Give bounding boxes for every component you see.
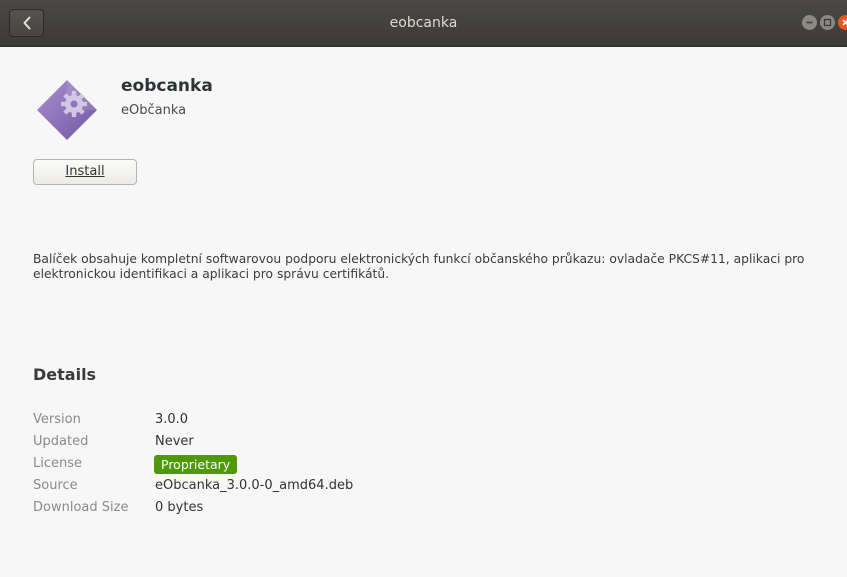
window-controls <box>802 15 847 31</box>
detail-value: 0 bytes <box>155 500 204 515</box>
window-title: eobcanka <box>389 15 458 31</box>
detail-value: 3.0.0 <box>155 412 189 427</box>
app-summary: eObčanka <box>121 103 187 118</box>
diamond-app-icon <box>34 77 100 143</box>
titlebar: eobcanka <box>0 0 847 47</box>
close-button[interactable] <box>838 15 847 30</box>
install-button[interactable]: Install <box>33 159 137 185</box>
detail-value: eObcanka_3.0.0-0_amd64.deb <box>155 478 354 493</box>
minimize-button[interactable] <box>802 15 817 30</box>
minimize-icon <box>806 21 813 24</box>
app-name: eobcanka <box>121 76 213 96</box>
software-details-window: eobcanka eobcanka eObčanka Install Balíč… <box>0 0 847 577</box>
detail-label: Source <box>33 478 78 493</box>
details-heading: Details <box>33 365 97 384</box>
detail-value: Never <box>155 434 194 449</box>
detail-label: License <box>33 456 83 471</box>
detail-label: Updated <box>33 434 89 449</box>
maximize-icon <box>823 18 832 27</box>
maximize-button[interactable] <box>820 15 835 30</box>
close-icon <box>842 19 847 26</box>
detail-label: Download Size <box>33 500 129 515</box>
install-button-label: Install <box>65 164 105 179</box>
license-badge[interactable]: Proprietary <box>154 455 238 474</box>
app-description: Balíček obsahuje kompletní softwarovou p… <box>33 252 805 281</box>
details-content: eobcanka eObčanka Install Balíček obsahu… <box>0 47 847 577</box>
detail-label: Version <box>33 412 81 427</box>
